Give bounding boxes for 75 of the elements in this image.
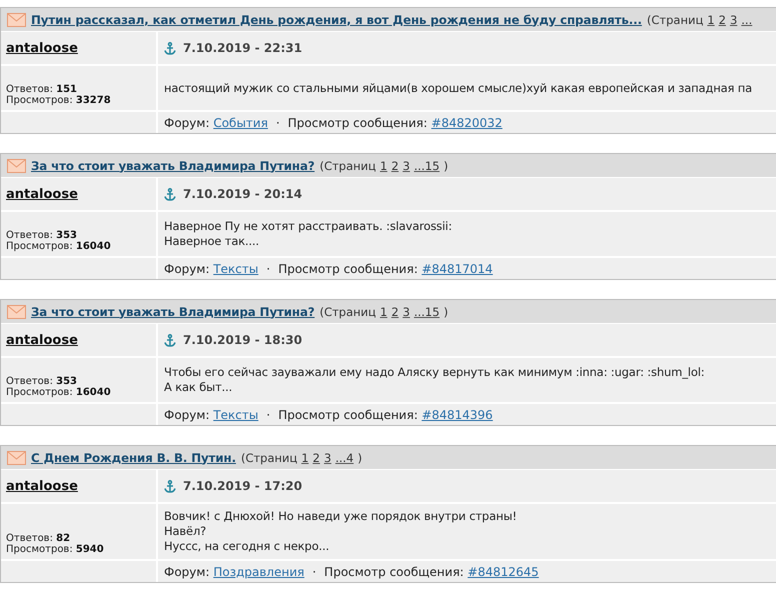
pages-label: (Страниц	[320, 158, 376, 172]
page-link[interactable]: 3	[730, 12, 738, 26]
envelope-icon	[7, 12, 26, 26]
forum-link[interactable]: Поздравления	[213, 564, 304, 578]
separator-dot: ·	[266, 262, 270, 276]
post-date: 7.10.2019 - 18:30	[183, 333, 302, 347]
page-link[interactable]: 2	[718, 12, 726, 26]
page-link[interactable]: 1	[301, 450, 309, 464]
topic-link[interactable]: С Днем Рождения В. В. Путин.	[31, 450, 236, 464]
post-text: А как быт...	[164, 380, 232, 395]
forum-link[interactable]: Тексты	[213, 408, 258, 422]
views-count: Просмотров: 33278	[6, 95, 111, 106]
post-date: 7.10.2019 - 22:31	[183, 41, 302, 55]
pages-label: (Страниц	[240, 450, 298, 464]
page-link[interactable]: ...4	[335, 450, 354, 464]
page-link[interactable]: 2	[391, 158, 399, 172]
page-link[interactable]: 3	[402, 158, 410, 172]
post-link[interactable]: #84812645	[468, 564, 539, 578]
page-link[interactable]: 3	[402, 304, 410, 318]
envelope-icon	[7, 304, 26, 318]
envelope-icon	[7, 450, 26, 464]
forum-label: Форум:	[164, 116, 210, 130]
page-link[interactable]: 1	[380, 158, 388, 172]
post-link[interactable]: #84820032	[431, 116, 502, 130]
topic-link[interactable]: Путин рассказал, как отметил День рождения, я вот День рождения не буду справлять...	[31, 12, 642, 26]
replies-count: Ответов: 151	[6, 84, 78, 95]
topic-link[interactable]: За что стоит уважать Владимира Путина?	[31, 158, 315, 172]
page-link[interactable]: 1	[380, 304, 388, 318]
page-link[interactable]: 2	[312, 450, 320, 464]
views-count: Просмотров: 16040	[6, 241, 111, 252]
separator-dot: ·	[266, 408, 270, 422]
view-post-label: Просмотр сообщения:	[278, 262, 418, 276]
forum-label: Форум:	[164, 408, 210, 422]
page-link[interactable]: 3	[324, 450, 332, 464]
post-text: Наверное Пу не хотят расстраивать. :slavarossii:	[164, 219, 452, 234]
post-link[interactable]: #84817014	[422, 262, 493, 276]
envelope-icon	[7, 158, 26, 172]
replies-count: Ответов: 353	[6, 230, 78, 241]
pages-close: )	[444, 158, 448, 172]
forum-link[interactable]: События	[213, 116, 268, 130]
anchor-icon[interactable]	[164, 42, 176, 54]
forum-label: Форум:	[164, 262, 210, 276]
post-text: Чтобы его сейчас зауважали ему надо Аляску вернуть как минимум :inna: :ugar: :shum_lol:	[164, 365, 705, 380]
view-post-label: Просмотр сообщения:	[278, 408, 418, 422]
anchor-icon[interactable]	[164, 188, 176, 200]
views-count: Просмотров: 16040	[6, 387, 111, 398]
replies-count: Ответов: 353	[6, 376, 78, 387]
forum-label: Форум:	[164, 564, 210, 578]
post-text: Навёл?	[164, 524, 206, 539]
pages-close: )	[444, 304, 448, 318]
page-link[interactable]: ...15	[414, 304, 440, 318]
separator-dot: ·	[312, 564, 316, 578]
page-link[interactable]: ...	[741, 12, 752, 26]
pages-close: )	[358, 450, 362, 464]
anchor-icon[interactable]	[164, 480, 176, 492]
post-link[interactable]: #84814396	[422, 408, 493, 422]
views-count: Просмотров: 5940	[6, 544, 104, 555]
page-link[interactable]: ...15	[414, 158, 440, 172]
topic-link[interactable]: За что стоит уважать Владимира Путина?	[31, 304, 315, 318]
page-link[interactable]: 2	[391, 304, 399, 318]
anchor-icon[interactable]	[164, 334, 176, 346]
forum-link[interactable]: Тексты	[213, 262, 258, 276]
post-text: Нуссс, на сегодня с некро...	[164, 539, 330, 554]
view-post-label: Просмотр сообщения:	[288, 116, 428, 130]
page-link[interactable]: 1	[707, 12, 715, 26]
post-text: Вовчик! с Днюхой! Но наведи уже порядок внутри страны!	[164, 509, 517, 524]
post-date: 7.10.2019 - 17:20	[183, 479, 302, 493]
post-text: Наверное так....	[164, 234, 260, 249]
view-post-label: Просмотр сообщения:	[324, 564, 464, 578]
pages-label: (Страниц	[320, 304, 376, 318]
post-text: настоящий мужик со стальными яйцами(в хорошем смысле)хуй какая европейская и западная па	[164, 80, 752, 96]
replies-count: Ответов: 82	[6, 533, 70, 544]
pages-label: (Страниц	[646, 12, 704, 26]
post-date: 7.10.2019 - 20:14	[183, 187, 302, 201]
separator-dot: ·	[276, 116, 280, 130]
